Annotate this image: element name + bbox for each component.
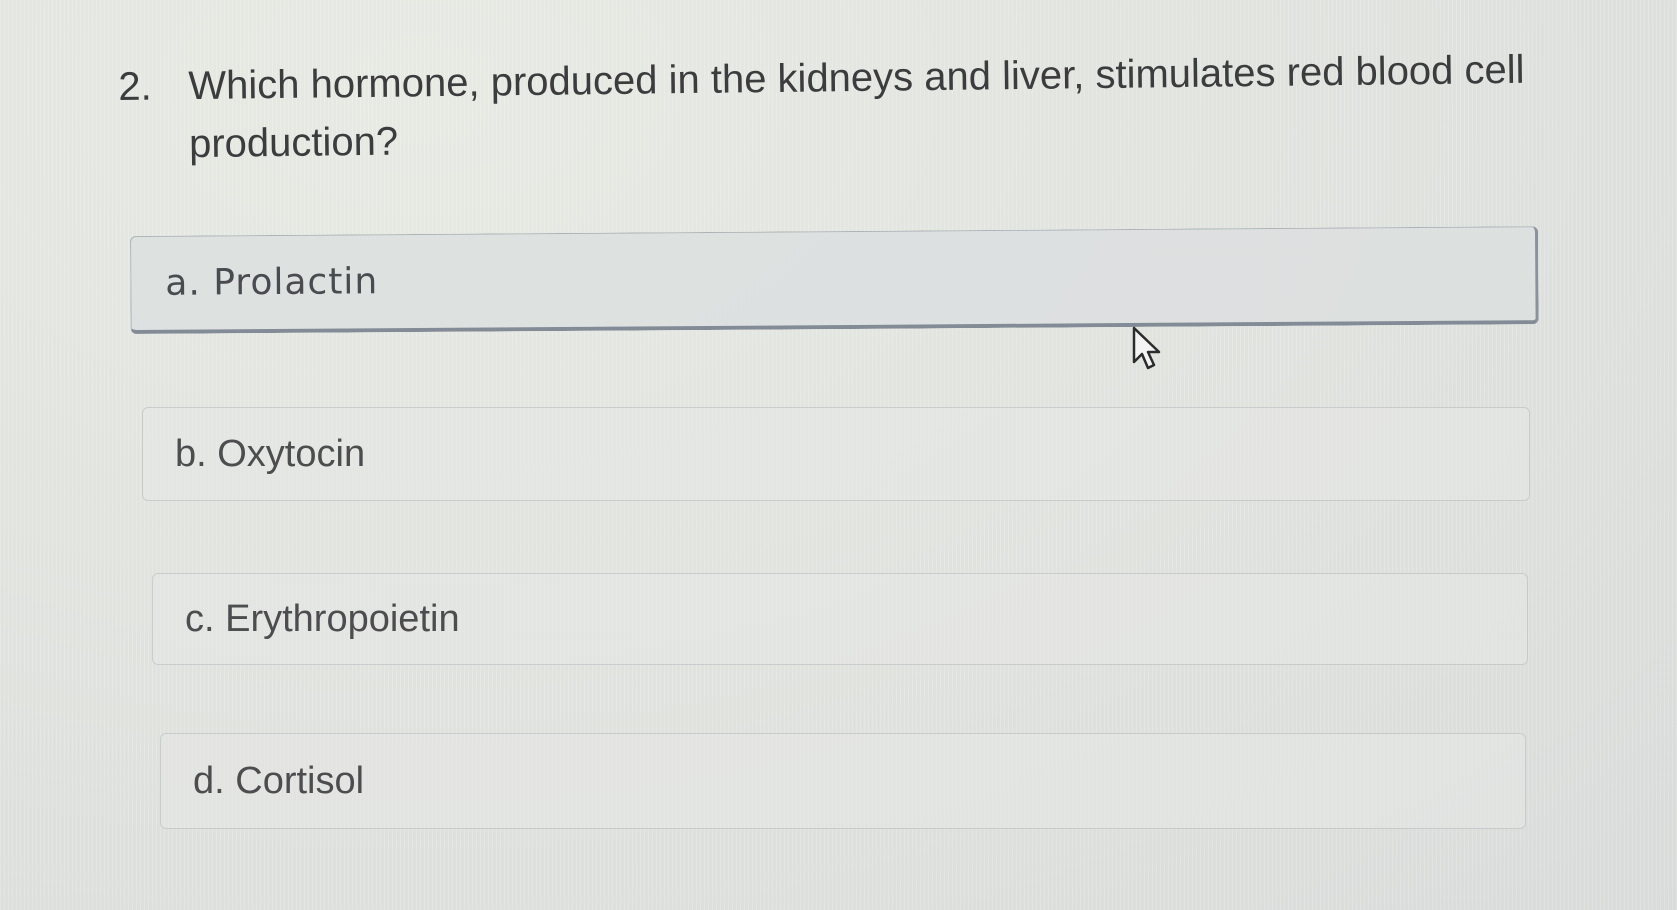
answer-option-b[interactable]: b. Oxytocin	[142, 407, 1530, 501]
answer-option-c[interactable]: c. Erythropoietin	[152, 573, 1528, 665]
question-prompt: 2. Which hormone, produced in the kidney…	[118, 39, 1639, 174]
arrow-pointer-icon	[1132, 326, 1161, 370]
answer-option-label: d. Cortisol	[193, 759, 365, 802]
answer-option-label: b. Oxytocin	[175, 432, 366, 475]
question-text: Which hormone, produced in the kidneys a…	[188, 47, 1525, 167]
answer-option-a[interactable]: a. Prolactin	[130, 226, 1539, 334]
quiz-question-card: 2. Which hormone, produced in the kidney…	[0, 0, 1677, 910]
answer-option-label: a. Prolactin	[165, 261, 379, 304]
answer-option-d[interactable]: d. Cortisol	[160, 733, 1526, 829]
answer-option-label: c. Erythropoietin	[185, 597, 460, 640]
question-number: 2.	[118, 64, 152, 109]
